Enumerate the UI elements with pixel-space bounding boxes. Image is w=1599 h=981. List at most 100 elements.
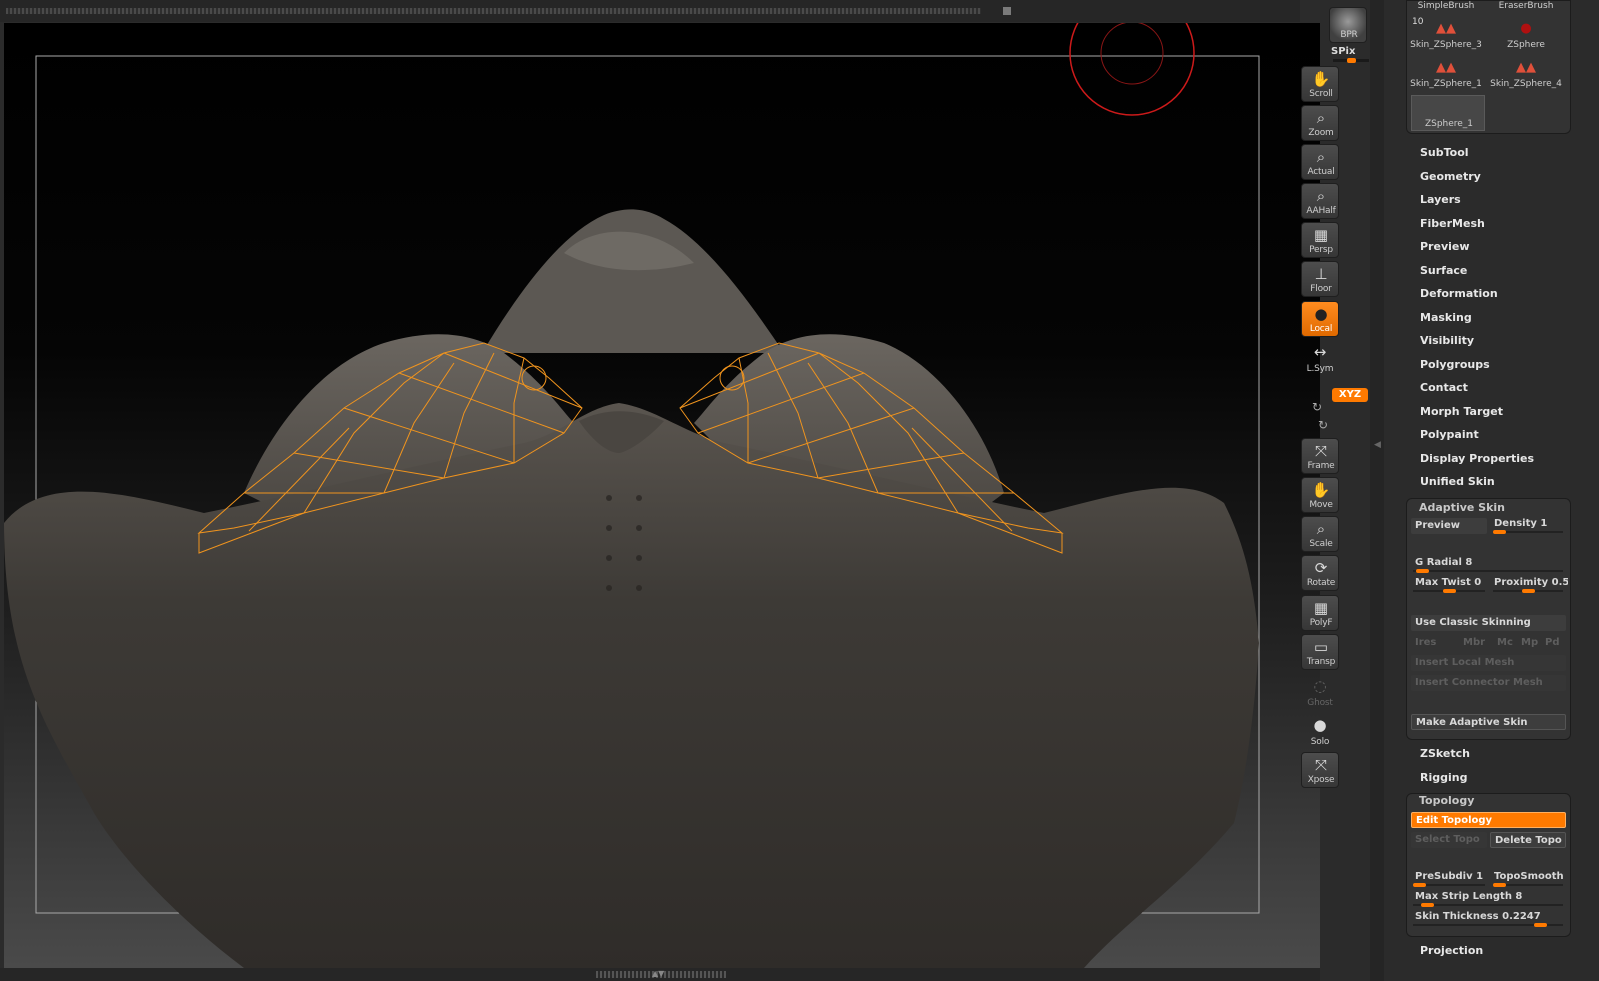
top-shelf-handle[interactable]: [1003, 7, 1011, 15]
simplebrush-thumb[interactable]: SimpleBrush: [1407, 1, 1485, 11]
menu-fibermesh[interactable]: FiberMesh: [1420, 217, 1485, 230]
aahalf-button[interactable]: ⌕ AAHalf: [1301, 183, 1339, 219]
proximity-knob[interactable]: [1522, 589, 1535, 593]
g-radial-slider[interactable]: G Radial 8: [1411, 555, 1566, 571]
menu-masking[interactable]: Masking: [1420, 311, 1472, 324]
menu-morph-target[interactable]: Morph Target: [1420, 405, 1503, 418]
top-shelf-strip: [0, 0, 1300, 22]
transp-button[interactable]: ▭ Transp: [1301, 634, 1339, 670]
menu-polypaint[interactable]: Polypaint: [1420, 428, 1479, 441]
polyf-label: PolyF: [1309, 618, 1333, 628]
move-button[interactable]: ✋ Move: [1301, 477, 1339, 513]
collapse-left-icon[interactable]: ◀: [1374, 440, 1381, 450]
zsphere-label: ZSphere: [1507, 40, 1545, 50]
delete-topo-button[interactable]: Delete Topo: [1490, 832, 1566, 848]
zoom-button[interactable]: ⌕ Zoom: [1301, 105, 1339, 141]
menu-deformation[interactable]: Deformation: [1420, 287, 1498, 300]
skin-zsphere-3-label: Skin_ZSphere_3: [1410, 40, 1482, 50]
menu-rigging[interactable]: Rigging: [1420, 771, 1467, 784]
floor-button[interactable]: ⊥ Floor: [1301, 261, 1339, 297]
menu-preview[interactable]: Preview: [1420, 240, 1470, 253]
persp-button[interactable]: ▦ Persp: [1301, 222, 1339, 258]
use-classic-skinning-button[interactable]: Use Classic Skinning: [1411, 615, 1566, 631]
rotate-z-icon[interactable]: ↻: [1318, 418, 1328, 432]
solo-button[interactable]: ● Solo: [1301, 713, 1339, 749]
zsphere-1-thumb[interactable]: ZSphere_1: [1411, 95, 1485, 131]
menu-subtool[interactable]: SubTool: [1420, 146, 1469, 159]
topology-title[interactable]: Topology: [1419, 794, 1474, 807]
g-radial-track[interactable]: [1413, 569, 1563, 573]
adaptive-preview-button[interactable]: Preview: [1411, 518, 1487, 534]
mc-button[interactable]: Mc: [1493, 635, 1517, 651]
skin-zsphere-4-thumb[interactable]: ▲▲ Skin_ZSphere_4: [1487, 58, 1565, 89]
lsym-button[interactable]: ↔ L.Sym: [1301, 340, 1339, 376]
g-radial-knob[interactable]: [1416, 569, 1429, 573]
menu-visibility[interactable]: Visibility: [1420, 334, 1474, 347]
make-adaptive-skin-button[interactable]: Make Adaptive Skin: [1411, 714, 1566, 730]
pd-slider[interactable]: Pd: [1541, 635, 1565, 651]
menu-zsketch[interactable]: ZSketch: [1420, 747, 1470, 760]
ghost-button[interactable]: ◌ Ghost: [1301, 674, 1339, 710]
menu-surface[interactable]: Surface: [1420, 264, 1467, 277]
max-strip-length-track[interactable]: [1413, 903, 1563, 907]
spix-label: SPix: [1331, 46, 1356, 57]
mp-button[interactable]: Mp: [1517, 635, 1541, 651]
max-strip-length-knob[interactable]: [1421, 903, 1434, 907]
max-strip-length-slider[interactable]: Max Strip Length 8: [1411, 889, 1566, 905]
bottom-shelf-strip: ▲▼: [0, 968, 1320, 981]
menu-contact[interactable]: Contact: [1420, 381, 1468, 394]
xpose-button[interactable]: ⤧ Xpose: [1301, 752, 1339, 788]
max-twist-track[interactable]: [1413, 589, 1485, 593]
scale-label: Scale: [1309, 539, 1333, 549]
collapse-arrows-icon[interactable]: ▲▼: [652, 970, 664, 978]
toposmooth-knob[interactable]: [1493, 883, 1506, 887]
insert-local-mesh-button[interactable]: Insert Local Mesh: [1411, 655, 1566, 671]
zsphere-thumb[interactable]: ● ZSphere: [1487, 19, 1565, 50]
menu-unified-skin[interactable]: Unified Skin: [1420, 475, 1495, 488]
skin-zsphere-1-thumb[interactable]: ▲▲ Skin_ZSphere_1: [1407, 58, 1485, 89]
local-button[interactable]: ● Local: [1301, 301, 1339, 337]
spix-slider-knob[interactable]: [1347, 58, 1356, 63]
top-shelf-grip[interactable]: [6, 8, 981, 14]
xyz-button[interactable]: XYZ: [1332, 388, 1368, 402]
density-track[interactable]: [1493, 530, 1563, 534]
menu-display-properties[interactable]: Display Properties: [1420, 452, 1534, 465]
menu-layers[interactable]: Layers: [1420, 193, 1461, 206]
rotate-button[interactable]: ⟳ Rotate: [1301, 555, 1339, 591]
skin-zsphere-3-thumb[interactable]: ▲▲ Skin_ZSphere_3: [1407, 19, 1485, 50]
scale-button[interactable]: ⌕ Scale: [1301, 516, 1339, 552]
menu-geometry[interactable]: Geometry: [1420, 170, 1481, 183]
edit-topology-button[interactable]: Edit Topology: [1411, 812, 1566, 828]
document-canvas[interactable]: [4, 23, 1320, 968]
menu-polygroups[interactable]: Polygroups: [1420, 358, 1490, 371]
persp-label: Persp: [1309, 245, 1333, 255]
density-knob[interactable]: [1493, 530, 1506, 534]
bpr-label: BPR: [1340, 30, 1358, 40]
ghost-icon: ◌: [1313, 677, 1327, 695]
max-twist-knob[interactable]: [1443, 589, 1456, 593]
proximity-track[interactable]: [1493, 589, 1563, 593]
eraserbrush-thumb[interactable]: EraserBrush: [1487, 1, 1565, 11]
scroll-button[interactable]: ✋ Scroll: [1301, 66, 1339, 102]
polyf-button[interactable]: ▦ PolyF: [1301, 595, 1339, 631]
frame-button[interactable]: ⤧ Frame: [1301, 438, 1339, 474]
actual-button[interactable]: ⌕ Actual: [1301, 144, 1339, 180]
menu-projection[interactable]: Projection: [1420, 944, 1483, 957]
insert-connector-mesh-button[interactable]: Insert Connector Mesh: [1411, 675, 1566, 691]
presubdiv-track[interactable]: [1413, 883, 1485, 887]
adaptive-skin-panel: Adaptive Skin Preview Density 1 G Radial…: [1406, 498, 1571, 740]
ires-slider[interactable]: Ires: [1411, 635, 1455, 651]
skin-thickness-knob[interactable]: [1534, 923, 1547, 927]
select-topo-button[interactable]: Select Topo: [1411, 832, 1487, 848]
panel-divider[interactable]: ◀: [1370, 0, 1384, 981]
skin-thickness-track[interactable]: [1413, 923, 1563, 927]
local-icon: ●: [1314, 305, 1328, 323]
bpr-button[interactable]: BPR: [1329, 7, 1367, 43]
toposmooth-track[interactable]: [1493, 883, 1563, 887]
skin-mesh-icon: ▲▲: [1436, 21, 1456, 36]
skin-mesh-icon: ▲▲: [1516, 60, 1536, 75]
presubdiv-knob[interactable]: [1413, 883, 1426, 887]
spix-slider[interactable]: [1333, 58, 1369, 63]
adaptive-skin-title[interactable]: Adaptive Skin: [1419, 501, 1505, 514]
rotate-y-icon[interactable]: ↻: [1312, 400, 1322, 414]
